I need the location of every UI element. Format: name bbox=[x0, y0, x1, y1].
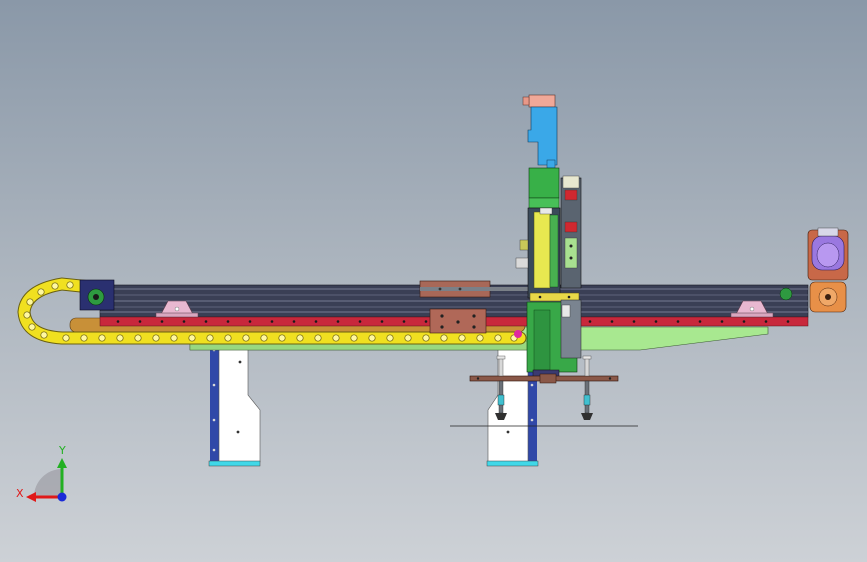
left-support-leg[interactable] bbox=[208, 335, 261, 467]
column-yellow-body bbox=[533, 211, 551, 289]
suction-spring bbox=[497, 394, 505, 406]
suction-spring bbox=[583, 394, 591, 406]
suction-nut bbox=[496, 355, 506, 360]
slider-block-bolt bbox=[456, 320, 460, 324]
left-leg-post bbox=[210, 335, 219, 462]
cad-viewport[interactable]: Y X bbox=[0, 0, 867, 562]
bracket-base bbox=[155, 312, 199, 318]
crossbar-bolt bbox=[538, 295, 542, 299]
slider-block-bolt bbox=[440, 325, 444, 329]
gripper-plate-hole bbox=[608, 377, 612, 380]
upper-housing-ring bbox=[528, 197, 560, 209]
side-carriage-bolt bbox=[569, 244, 573, 248]
triad-y-label: Y bbox=[58, 444, 66, 457]
drive-pulley bbox=[779, 287, 793, 301]
triad-x-arrow bbox=[26, 492, 36, 502]
slider-block[interactable] bbox=[429, 308, 487, 334]
side-carriage-red bbox=[564, 189, 578, 201]
side-carriage-red bbox=[564, 221, 578, 233]
lower-housing-inner bbox=[533, 309, 551, 371]
column-green-strip bbox=[549, 214, 559, 288]
motor-encoder bbox=[817, 227, 839, 237]
suction-nut bbox=[582, 355, 592, 360]
left-leg-foot bbox=[208, 460, 261, 467]
top-cylinder-upper bbox=[528, 94, 556, 108]
slider-block-bolt bbox=[440, 314, 444, 318]
gripper-plate-hole bbox=[476, 377, 480, 380]
left-leg-bolt bbox=[212, 383, 216, 387]
triad-x-label: X bbox=[16, 487, 24, 500]
right-leg-foot bbox=[486, 460, 539, 467]
top-cylinder-cap bbox=[522, 96, 530, 106]
end-pulley-hub bbox=[93, 294, 99, 300]
gantry-model[interactable]: Y X bbox=[0, 0, 867, 562]
axis-triad: Y X bbox=[16, 444, 67, 502]
gripper-center-pad bbox=[539, 373, 557, 384]
suction-cup-right[interactable] bbox=[581, 355, 593, 420]
right-leg-panel bbox=[487, 344, 529, 463]
upper-block-strip bbox=[420, 287, 530, 291]
column-sensor bbox=[519, 239, 529, 251]
slider-block-bolt bbox=[472, 325, 476, 329]
right-leg-bolt bbox=[530, 383, 534, 387]
suction-rod bbox=[584, 357, 590, 377]
right-leg-hole bbox=[506, 430, 510, 434]
left-leg-bolt bbox=[212, 448, 216, 452]
left-leg-hole bbox=[236, 430, 240, 434]
upper-block-bolt bbox=[458, 287, 462, 291]
suction-cup bbox=[581, 413, 593, 420]
left-leg-hole bbox=[238, 360, 242, 364]
triad-quadrant bbox=[34, 469, 62, 497]
left-end-cap[interactable] bbox=[79, 279, 115, 311]
left-leg-bolt bbox=[212, 418, 216, 422]
top-cylinder-body bbox=[527, 106, 558, 166]
upper-block-bolt bbox=[438, 287, 442, 291]
triad-z-axis bbox=[57, 492, 67, 502]
side-carriage-bolt bbox=[569, 256, 573, 260]
upper-housing bbox=[528, 167, 560, 199]
suction-rod bbox=[498, 357, 504, 377]
triad-y-arrow bbox=[57, 458, 67, 468]
top-cylinder-collar bbox=[546, 159, 556, 169]
column-top-tab bbox=[539, 207, 553, 215]
column-marker bbox=[514, 330, 522, 338]
slider-block-bolt bbox=[472, 314, 476, 318]
crossbar-bolt bbox=[567, 295, 571, 299]
gearbox-shaft bbox=[825, 294, 831, 300]
side-carriage-green bbox=[564, 237, 578, 269]
lower-housing-clip bbox=[561, 304, 571, 318]
bracket-hole bbox=[174, 306, 180, 312]
right-leg-bolt bbox=[530, 418, 534, 422]
bracket-base bbox=[730, 312, 774, 318]
motor-face-inner bbox=[816, 242, 840, 268]
side-carriage-top bbox=[562, 175, 580, 189]
bracket-hole bbox=[749, 306, 755, 312]
column-sensor bbox=[515, 257, 529, 269]
